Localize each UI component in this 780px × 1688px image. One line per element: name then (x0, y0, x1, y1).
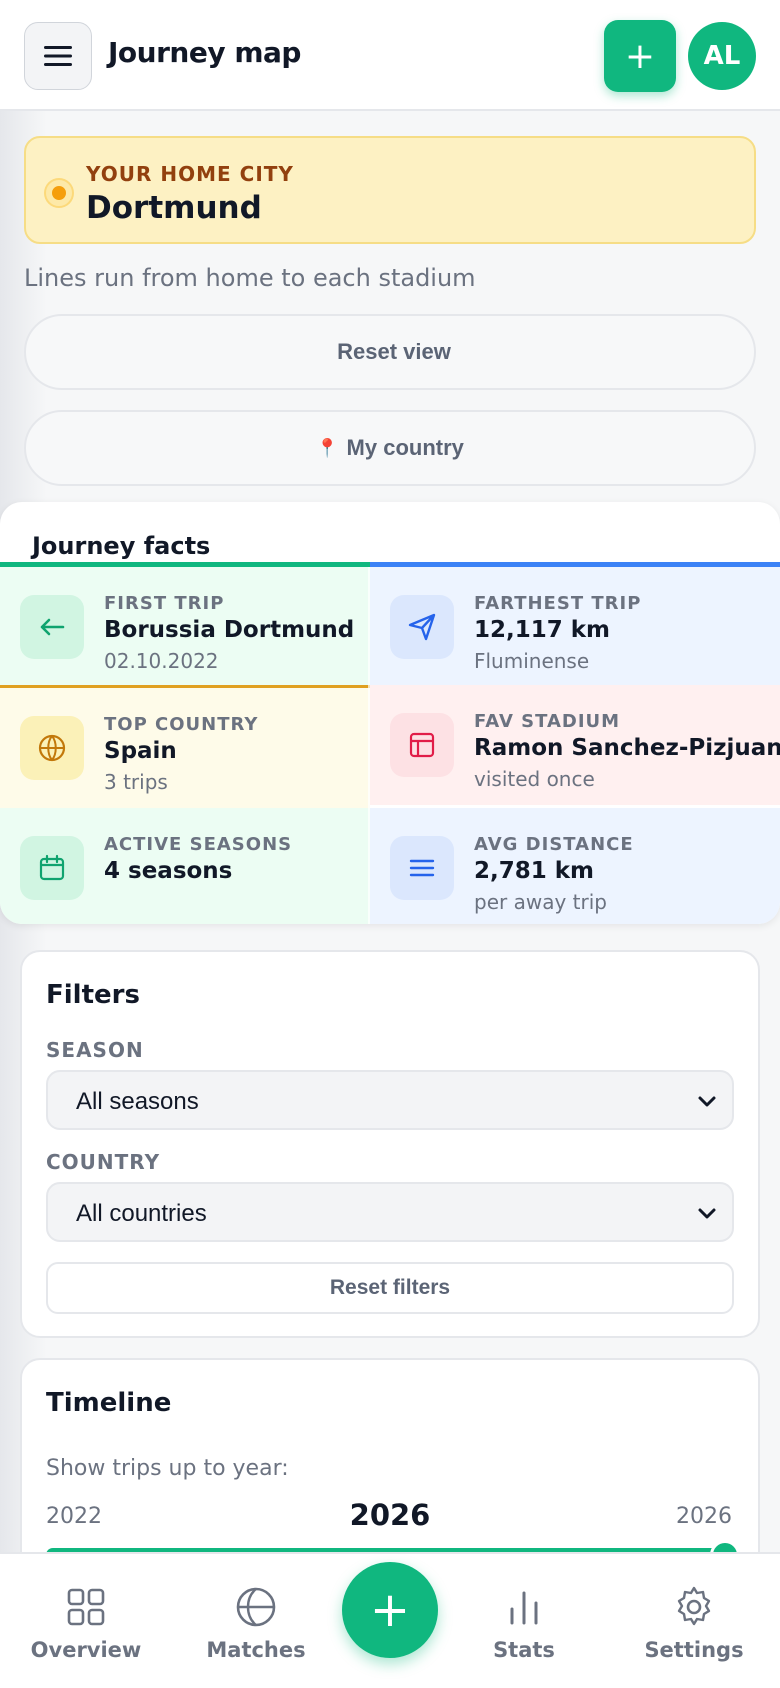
my-country-label: My country (346, 435, 464, 460)
nav-stats-label: Stats (493, 1638, 555, 1662)
timeline-max-year: 2026 (676, 1504, 732, 1529)
journey-facts-title: Journey facts (32, 532, 211, 560)
fact-label: ACTIVE SEASONS (104, 834, 293, 855)
home-city-name: Dortmund (86, 190, 262, 226)
reset-filters-button[interactable]: Reset filters (46, 1262, 734, 1314)
journey-facts-panel: Journey facts FIRST TRIP Borussia Dortmu… (0, 502, 780, 924)
fact-value: Borussia Dortmund (104, 617, 355, 643)
calendar-icon (20, 836, 84, 900)
fact-sub: per away trip (474, 890, 607, 914)
fact-value: Spain (104, 738, 177, 764)
add-match-fab[interactable]: + (342, 1562, 438, 1658)
arrow-left-icon (20, 595, 84, 659)
fact-label: FARTHEST TRIP (474, 593, 642, 614)
hamburger-icon (44, 46, 72, 66)
nav-matches[interactable]: Matches (186, 1584, 326, 1662)
nav-overview-label: Overview (30, 1638, 142, 1662)
nav-settings-label: Settings (644, 1638, 744, 1662)
chevron-down-icon (698, 1096, 716, 1107)
pin-icon: 📍 (316, 437, 339, 458)
season-select[interactable]: All seasons (46, 1070, 734, 1130)
home-city-label: YOUR HOME CITY (86, 162, 294, 186)
stadium-icon (390, 713, 454, 777)
globe-icon (20, 716, 84, 780)
fact-first-trip[interactable]: FIRST TRIP Borussia Dortmund 02.10.2022 (0, 567, 370, 687)
fact-top-country[interactable]: TOP COUNTRY Spain 3 trips (0, 688, 370, 808)
grid-icon (16, 1584, 156, 1630)
reset-view-label: Reset view (337, 339, 451, 364)
fact-active-seasons[interactable]: ACTIVE SEASONS 4 seasons (0, 808, 370, 924)
fact-value: Ramon Sanchez-Pizjuan (474, 735, 780, 761)
fact-value: 12,117 km (474, 617, 611, 643)
my-country-button[interactable]: 📍 My country (24, 410, 756, 486)
fact-label: TOP COUNTRY (104, 714, 259, 735)
filters-title: Filters (46, 980, 140, 1010)
fact-label: FAV STADIUM (474, 711, 621, 732)
fact-sub: Fluminense (474, 649, 590, 673)
nav-settings[interactable]: Settings (624, 1584, 764, 1662)
fact-farthest-trip[interactable]: FARTHEST TRIP 12,117 km Fluminense (370, 567, 780, 687)
country-select-value: All countries (76, 1200, 207, 1227)
timeline-subtitle: Show trips up to year: (46, 1456, 289, 1481)
page-title: Journey map (108, 36, 301, 69)
fact-label: FIRST TRIP (104, 593, 225, 614)
season-label: SEASON (46, 1038, 144, 1062)
country-select[interactable]: All countries (46, 1182, 734, 1242)
reset-view-button[interactable]: Reset view (24, 314, 756, 390)
country-label: COUNTRY (46, 1150, 161, 1174)
fact-fav-stadium[interactable]: FAV STADIUM Ramon Sanchez-Pizjuan visite… (370, 685, 780, 805)
gear-icon (624, 1584, 764, 1630)
avatar[interactable]: AL (688, 22, 756, 90)
fact-value: 2,781 km (474, 858, 595, 884)
timeline-current-year: 2026 (349, 1498, 431, 1532)
fact-sub: 3 trips (104, 770, 168, 794)
send-icon (390, 595, 454, 659)
menu-button[interactable] (24, 22, 92, 90)
map-note: Lines run from home to each stadium (24, 264, 476, 292)
bar-chart-icon (454, 1584, 594, 1630)
home-marker-icon (46, 180, 72, 206)
season-select-value: All seasons (76, 1088, 199, 1115)
fact-avg-distance[interactable]: AVG DISTANCE 2,781 km per away trip (370, 808, 780, 924)
fact-value: 4 seasons (104, 858, 233, 884)
fact-sub: 02.10.2022 (104, 649, 219, 673)
filters-card: Filters SEASON All seasons COUNTRY All c… (20, 950, 760, 1338)
nav-matches-label: Matches (206, 1638, 306, 1662)
add-trip-button[interactable]: + (604, 20, 676, 92)
nav-overview[interactable]: Overview (16, 1584, 156, 1662)
timeline-card: Timeline Show trips up to year: 2022 202… (20, 1358, 760, 1578)
nav-stats[interactable]: Stats (454, 1584, 594, 1662)
home-city-card: YOUR HOME CITY Dortmund (24, 136, 756, 244)
fact-sub: visited once (474, 767, 595, 791)
app-header: Journey map + AL (0, 0, 780, 111)
ball-icon (186, 1584, 326, 1630)
timeline-title: Timeline (46, 1388, 172, 1418)
lines-icon (390, 836, 454, 900)
fact-label: AVG DISTANCE (474, 834, 634, 855)
chevron-down-icon (698, 1208, 716, 1219)
fact-divider (368, 567, 370, 924)
